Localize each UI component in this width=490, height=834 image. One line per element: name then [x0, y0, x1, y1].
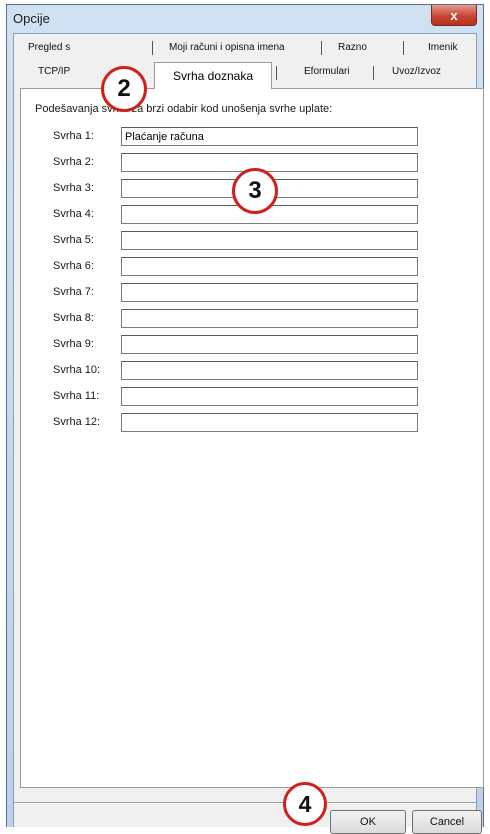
close-button[interactable]: x [431, 5, 477, 26]
svrha-input-10[interactable] [121, 361, 418, 380]
tab-uvoz-izvoz[interactable]: Uvoz/Izvoz [392, 66, 441, 77]
svrha-label-11: Svrha 11: [53, 390, 100, 402]
svrha-label-7: Svrha 7: [53, 286, 94, 298]
callout-4: 4 [283, 782, 327, 826]
cancel-button-label: Cancel [429, 816, 465, 828]
tab-divider [373, 66, 374, 80]
tab-divider [321, 41, 322, 55]
tab-label-active: Svrha doznaka [172, 69, 254, 83]
tab-divider [276, 66, 277, 80]
svrha-label-10: Svrha 10: [53, 364, 101, 376]
options-dialog: Opcije x Pregled s Moji računi i opisna … [6, 4, 484, 834]
svrha-input-9[interactable] [121, 335, 418, 354]
panel-instruction: Podešavanja svrha za brzi odabir kod uno… [35, 103, 333, 115]
svrha-label-12: Svrha 12: [53, 416, 101, 428]
callout-4-label: 4 [298, 790, 312, 817]
svrha-label-5: Svrha 5: [53, 234, 94, 246]
tab-eformulari[interactable]: Eformulari [304, 66, 350, 77]
ok-button-label: OK [360, 816, 376, 828]
svrha-label-8: Svrha 8: [53, 312, 94, 324]
svrha-label-1: Svrha 1: [53, 130, 94, 142]
title-bar[interactable]: Opcije x [7, 5, 483, 33]
svrha-label-3: Svrha 3: [53, 182, 94, 194]
svrha-input-8[interactable] [121, 309, 418, 328]
window-title: Opcije [13, 11, 50, 26]
tab-imenik[interactable]: Imenik [428, 42, 457, 53]
callout-3: 3 [232, 168, 278, 214]
tab-pregled[interactable]: Pregled s [28, 42, 70, 53]
svrha-label-9: Svrha 9: [53, 338, 94, 350]
callout-2-label: 2 [117, 75, 131, 102]
tab-tcp-ip[interactable]: TCP/IP [38, 66, 70, 77]
cancel-button[interactable]: Cancel [412, 810, 482, 834]
callout-2: 2 [101, 66, 147, 112]
close-icon: x [450, 7, 458, 23]
dialog-client-area: Pregled s Moji računi i opisna imena Raz… [13, 33, 484, 834]
tab-divider [403, 41, 404, 55]
ok-button[interactable]: OK [330, 810, 406, 834]
svrha-label-4: Svrha 4: [53, 208, 94, 220]
button-bar-divider [14, 802, 476, 804]
svrha-label-6: Svrha 6: [53, 260, 94, 272]
svrha-label-2: Svrha 2: [53, 156, 94, 168]
callout-3-label: 3 [248, 177, 262, 204]
svrha-input-1[interactable] [121, 127, 418, 146]
svrha-input-12[interactable] [121, 413, 418, 432]
tab-moji-racuni[interactable]: Moji računi i opisna imena [169, 42, 285, 53]
svrha-input-5[interactable] [121, 231, 418, 250]
svrha-input-6[interactable] [121, 257, 418, 276]
tab-divider [152, 41, 153, 55]
svrha-input-11[interactable] [121, 387, 418, 406]
tab-razno[interactable]: Razno [338, 42, 367, 53]
svrha-input-7[interactable] [121, 283, 418, 302]
tab-svrha-doznaka[interactable]: Svrha doznaka [154, 62, 272, 89]
svrha-input-2[interactable] [121, 153, 418, 172]
